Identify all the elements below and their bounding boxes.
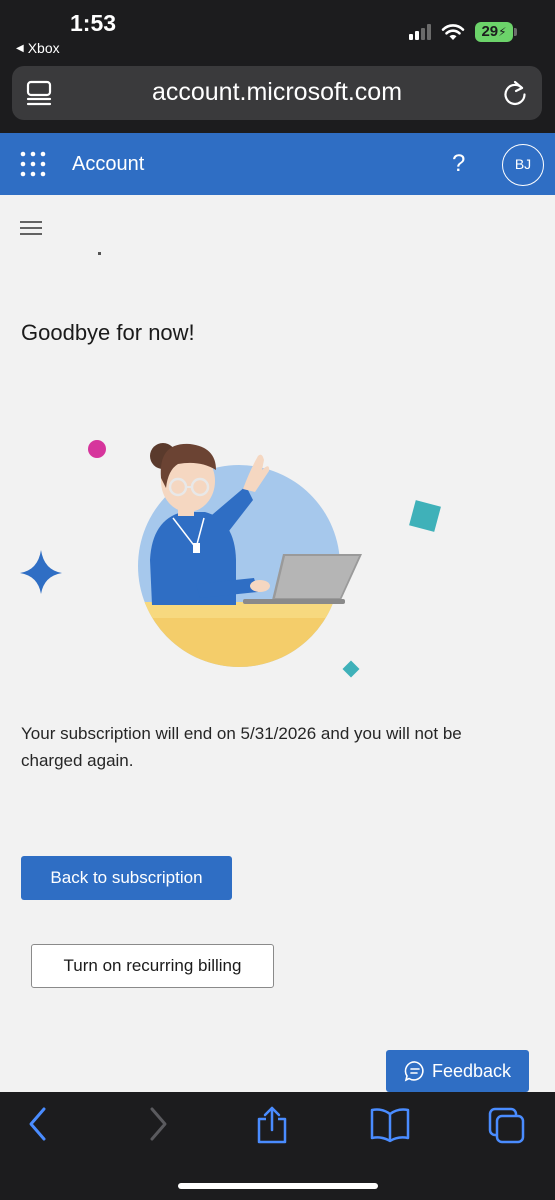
back-triangle-icon: ◀: [16, 42, 24, 54]
back-app-label: Xbox: [27, 40, 60, 56]
status-time: 1:53: [70, 10, 117, 36]
turn-on-recurring-billing-button[interactable]: Turn on recurring billing: [31, 944, 274, 988]
decorative-dot: [98, 252, 101, 255]
avatar[interactable]: BJ: [502, 144, 544, 186]
chevron-right-icon[interactable]: [146, 1106, 170, 1142]
app-header: Account ? BJ: [0, 133, 555, 195]
help-button[interactable]: ?: [452, 150, 465, 178]
back-to-app-link[interactable]: ◀ Xbox: [16, 40, 60, 56]
reload-icon[interactable]: [502, 79, 528, 107]
address-bar[interactable]: account.microsoft.com: [12, 66, 542, 120]
book-icon[interactable]: [369, 1106, 411, 1144]
battery-level: 29: [481, 23, 499, 40]
page-title: Goodbye for now!: [21, 320, 195, 345]
url-text[interactable]: account.microsoft.com: [12, 78, 542, 107]
charging-bolt-icon: ⚡: [498, 25, 507, 39]
share-icon[interactable]: [255, 1106, 289, 1144]
chat-bubble-icon: [404, 1061, 424, 1082]
cellular-signal-icon: [409, 24, 431, 40]
battery-indicator: 29⚡: [475, 22, 517, 42]
tabs-icon[interactable]: [487, 1106, 527, 1144]
subscription-end-message: Your subscription will end on 5/31/2026 …: [21, 724, 462, 770]
app-launcher-icon[interactable]: [20, 151, 46, 177]
feedback-button[interactable]: Feedback: [386, 1050, 529, 1092]
app-title[interactable]: Account: [72, 153, 144, 176]
goodbye-illustration: [20, 440, 441, 678]
wifi-icon: [441, 24, 465, 40]
chevron-left-icon[interactable]: [26, 1106, 50, 1142]
back-to-subscription-button[interactable]: Back to subscription: [21, 856, 232, 900]
browser-chrome: 1:53 ◀ Xbox 29⚡ account.microsoft.com: [0, 0, 555, 133]
home-indicator: [178, 1183, 378, 1189]
hamburger-icon[interactable]: [20, 221, 42, 235]
feedback-label: Feedback: [431, 1060, 512, 1081]
status-indicators: 29⚡: [409, 22, 517, 42]
